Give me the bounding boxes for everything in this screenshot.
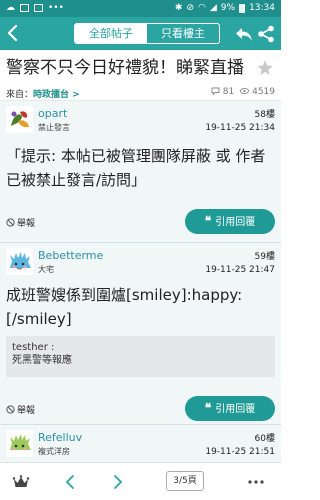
quote-icon: ❝ bbox=[204, 401, 212, 415]
share-icon bbox=[258, 25, 274, 43]
post-time: 19-11-25 21:51 bbox=[205, 447, 275, 457]
battery-icon bbox=[239, 3, 246, 13]
favorite-button[interactable] bbox=[256, 59, 274, 77]
chevron-right-icon bbox=[114, 475, 122, 489]
weather-icon: ☁ bbox=[6, 3, 15, 13]
signal-icon: ◢ bbox=[209, 3, 217, 13]
avatar[interactable] bbox=[6, 430, 33, 457]
report-button[interactable]: 舉報 bbox=[6, 216, 35, 229]
tab-op-only[interactable]: 只看樓主 bbox=[147, 24, 219, 43]
share-button[interactable] bbox=[256, 24, 276, 44]
more-notifications-icon: ••• bbox=[48, 3, 64, 13]
block-icon bbox=[6, 405, 15, 414]
image-icon bbox=[34, 4, 43, 12]
chevron-left-icon bbox=[66, 475, 74, 489]
previous-page-button[interactable] bbox=[60, 472, 80, 492]
post-item: Bebetterme 大宅 59樓 19-11-25 21:47 成班警嫂係到圍… bbox=[0, 243, 281, 425]
reply-button[interactable] bbox=[234, 24, 254, 44]
post-item: opart 禁止發言 58樓 19-11-25 21:34 「提示: 本帖已被管… bbox=[0, 101, 281, 243]
page-title: 警察不只今日好禮貌！睇緊直播 bbox=[6, 58, 244, 78]
quote-icon: ❝ bbox=[204, 214, 212, 228]
post-content: 成班警嫂係到圍爐[smiley]:happy:[/smiley] bbox=[6, 286, 243, 328]
user-rank: 複式洋房 bbox=[38, 447, 70, 456]
post-content: 「提示: 本帖已被管理團隊屏蔽 或 作者已被禁止發言/訪問」 bbox=[6, 147, 266, 189]
thread-title-bar: 警察不只今日好禮貌！睇緊直播 bbox=[0, 50, 281, 84]
reply-arrow-icon bbox=[236, 28, 252, 41]
quote-author: testher : bbox=[12, 342, 55, 353]
filter-tabs: 全部帖子 只看樓主 bbox=[74, 23, 220, 44]
from-label: 來自： bbox=[6, 90, 34, 100]
floor-number: 59樓 bbox=[254, 252, 275, 262]
ranking-button[interactable] bbox=[12, 473, 30, 491]
view-count: 4519 bbox=[240, 87, 275, 97]
crown-icon bbox=[12, 475, 30, 487]
battery-percent: 9% bbox=[220, 3, 236, 13]
next-page-button[interactable] bbox=[108, 472, 128, 492]
dots-icon bbox=[248, 480, 264, 484]
chevron-left-icon bbox=[7, 24, 18, 42]
comment-icon bbox=[211, 87, 220, 96]
report-button[interactable]: 舉報 bbox=[6, 403, 35, 416]
bottom-toolbar: 3/5頁 bbox=[0, 462, 281, 500]
post-time: 19-11-25 21:34 bbox=[205, 123, 275, 133]
clock: 13:34 bbox=[249, 3, 275, 13]
star-icon bbox=[257, 60, 273, 75]
user-rank: 禁止發言 bbox=[38, 123, 70, 132]
floor-number: 60樓 bbox=[254, 434, 275, 444]
notification-icon bbox=[20, 4, 29, 12]
quote-block: testher : 死黑警等報應 bbox=[6, 336, 275, 377]
quote-reply-button[interactable]: ❝ 引用回覆 bbox=[185, 396, 275, 421]
reply-count: 81 bbox=[211, 87, 234, 97]
mute-icon: ⊘ bbox=[186, 3, 194, 13]
floor-number: 58樓 bbox=[254, 110, 275, 120]
post-time: 19-11-25 21:47 bbox=[205, 265, 275, 275]
eye-icon bbox=[240, 87, 250, 95]
username[interactable]: opart bbox=[38, 107, 67, 120]
quote-text: 死黑警等報應 bbox=[12, 355, 72, 366]
avatar[interactable] bbox=[6, 106, 33, 133]
more-options-button[interactable] bbox=[246, 472, 266, 492]
thread-meta: 來自：時政擂台 > 81 4519 bbox=[0, 84, 281, 101]
user-rank: 大宅 bbox=[38, 265, 54, 274]
avatar[interactable] bbox=[6, 248, 33, 275]
username[interactable]: Refelluv bbox=[38, 431, 82, 444]
username[interactable]: Bebetterme bbox=[38, 249, 103, 262]
back-button[interactable] bbox=[2, 21, 24, 45]
quote-reply-button[interactable]: ❝ 引用回覆 bbox=[185, 209, 275, 234]
status-bar: ☁ ••• ✱ ⊘ ◠ ◢ 9% 13:34 bbox=[0, 0, 281, 17]
page-indicator[interactable]: 3/5頁 bbox=[166, 471, 204, 491]
bluetooth-icon: ✱ bbox=[174, 3, 183, 13]
tab-all-posts[interactable]: 全部帖子 bbox=[75, 24, 147, 43]
nav-bar: 全部帖子 只看樓主 bbox=[0, 17, 281, 50]
forum-link[interactable]: 時政擂台 > bbox=[33, 90, 80, 100]
wifi-icon: ◠ bbox=[198, 3, 206, 13]
block-icon bbox=[6, 218, 15, 227]
post-item: Refelluv 複式洋房 60樓 19-11-25 21:51 bbox=[0, 425, 281, 462]
